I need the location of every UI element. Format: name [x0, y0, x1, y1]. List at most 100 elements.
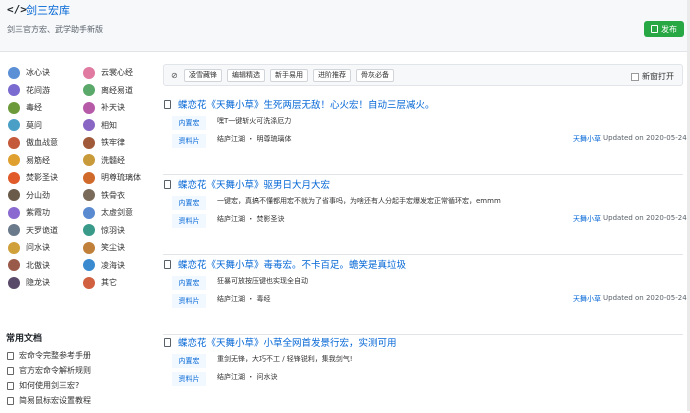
document-icon — [7, 351, 14, 360]
category-item[interactable]: 天罗诡道 — [8, 222, 83, 240]
updated-date: Updated on 2020-05-24 — [603, 214, 687, 222]
doc-link[interactable]: 简易鼠标宏设置教程 — [7, 395, 91, 406]
doc-link-label: 宏命令完整参考手册 — [19, 351, 91, 360]
category-item[interactable]: 焚影圣诀 — [8, 169, 83, 187]
category-item[interactable]: 太虚剑意 — [83, 204, 158, 222]
category-item[interactable]: 问水诀 — [8, 239, 83, 257]
tag-badge: 资料片 — [172, 372, 206, 386]
tag-filter[interactable]: 进阶推荐 — [313, 69, 351, 82]
macro-item: 蝶恋花《天舞小草》毒毒宏。不卡百足。蟾笑是真垃圾 内置宏 狂暴可放按压键也实现全… — [163, 257, 687, 335]
document-icon — [7, 366, 14, 375]
tag-badge: 资料片 — [172, 214, 206, 228]
category-icon — [83, 136, 95, 149]
document-icon — [651, 25, 658, 33]
category-item[interactable]: 毒经 — [8, 99, 83, 117]
category-icon — [8, 101, 20, 114]
category-item[interactable]: 离经易道 — [83, 82, 158, 100]
category-item[interactable]: 笑尘诀 — [83, 239, 158, 257]
category-item[interactable]: 铁骨衣 — [83, 187, 158, 205]
category-item[interactable]: 易筋经 — [8, 152, 83, 170]
new-window-toggle[interactable]: 新窗打开 — [631, 71, 674, 82]
macro-desc: 嘿T一键斩火可洗涤厄力 — [217, 117, 292, 125]
category-item[interactable]: 洗髓经 — [83, 152, 158, 170]
category-item[interactable]: 凌海诀 — [83, 257, 158, 275]
category-item[interactable]: 惊羽诀 — [83, 222, 158, 240]
category-icon — [83, 224, 95, 237]
tag-icon: ⊘ — [171, 71, 178, 80]
category-icon — [83, 66, 95, 79]
category-label: 云裳心经 — [101, 68, 133, 78]
category-icon — [8, 136, 20, 149]
book-icon — [164, 100, 171, 109]
category-label: 傲血战意 — [26, 138, 58, 148]
category-item[interactable]: 傲血战意 — [8, 134, 83, 152]
macro-title[interactable]: 蝶恋花《天舞小草》生死两层无敌！心火宏！自动三层减火。 — [178, 97, 435, 111]
category-icon — [83, 84, 95, 97]
macro-title[interactable]: 蝶恋花《天舞小草》毒毒宏。不卡百足。蟾笑是真垃圾 — [178, 257, 406, 271]
author-link[interactable]: 天舞小草 — [573, 214, 601, 224]
new-window-checkbox[interactable] — [631, 72, 639, 81]
category-label: 铁骨衣 — [101, 190, 125, 200]
doc-link-label: 简易鼠标宏设置教程 — [19, 396, 91, 405]
author-link[interactable]: 天舞小草 — [573, 294, 601, 304]
category-icon — [83, 101, 95, 114]
category-item[interactable]: 莫问 — [8, 117, 83, 135]
page-title[interactable]: 剑三宏库 — [26, 2, 70, 18]
category-label: 莫问 — [26, 120, 42, 130]
category-item[interactable]: 隐龙诀 — [8, 274, 83, 292]
category-item[interactable]: 云裳心经 — [83, 64, 158, 82]
tag-filter[interactable]: 新手易用 — [270, 69, 308, 82]
macro-title[interactable]: 蝶恋花《天舞小草》小草全网首发景行宏，实测可用 — [178, 335, 397, 349]
book-icon — [164, 260, 171, 269]
category-icon — [83, 206, 95, 219]
macro-item: 蝶恋花《天舞小草》生死两层无敌！心火宏！自动三层减火。 内置宏 嘿T一键斩火可洗… — [163, 97, 687, 175]
category-icon — [8, 154, 20, 167]
category-item[interactable]: 其它 — [83, 274, 158, 292]
type-badge: 内置宏 — [172, 276, 206, 290]
type-badge: 内置宏 — [172, 116, 206, 130]
category-item[interactable]: 明尊琉璃体 — [83, 169, 158, 187]
category-label: 离经易道 — [101, 85, 133, 95]
category-item[interactable]: 花间游 — [8, 82, 83, 100]
category-item[interactable]: 相知 — [83, 117, 158, 135]
category-label: 焚影圣诀 — [26, 173, 58, 183]
category-icon — [83, 154, 95, 167]
publish-button[interactable]: 发布 — [644, 21, 684, 37]
category-icon — [8, 224, 20, 237]
category-label: 惊羽诀 — [101, 225, 125, 235]
category-label: 冰心诀 — [26, 68, 50, 78]
tag-bar: ⊘ 凌雪藏锋 编辑精选 新手易用 进阶推荐 骨灰必备 — [163, 64, 683, 86]
doc-link[interactable]: 如何使用剑三宏? — [7, 380, 79, 391]
tag-filter[interactable]: 编辑精选 — [227, 69, 265, 82]
category-icon — [83, 189, 95, 202]
category-item[interactable]: 补天诀 — [83, 99, 158, 117]
category-item[interactable]: 冰心诀 — [8, 64, 83, 82]
category-label: 北傲诀 — [26, 260, 50, 270]
category-icon — [83, 241, 95, 254]
doc-link[interactable]: 官方宏命令解析规则 — [7, 365, 91, 376]
doc-link-label: 官方宏命令解析规则 — [19, 366, 91, 375]
category-icon — [8, 66, 20, 79]
macro-title[interactable]: 蝶恋花《天舞小草》驱男日大月大宏 — [178, 177, 330, 191]
category-item[interactable]: 铁牢律 — [83, 134, 158, 152]
tag-filter[interactable]: 凌雪藏锋 — [184, 69, 222, 82]
category-icon — [83, 276, 95, 289]
new-window-label: 新窗打开 — [642, 72, 674, 81]
category-label: 毒经 — [26, 103, 42, 113]
category-label: 隐龙诀 — [26, 278, 50, 288]
category-label: 花间游 — [26, 85, 50, 95]
category-label: 洗髓经 — [101, 155, 125, 165]
category-icon — [83, 119, 95, 132]
category-grid: 冰心诀 云裳心经花间游 离经易道毒经 补天诀莫问 相知傲血战意 铁牢律 易筋经 洗髓经焚影圣诀… — [8, 64, 158, 292]
category-item[interactable]: 北傲诀 — [8, 257, 83, 275]
author-link[interactable]: 天舞小草 — [573, 134, 601, 144]
category-item[interactable]: 分山劲 — [8, 187, 83, 205]
category-label: 紫霞功 — [26, 208, 50, 218]
docs-title: 常用文档 — [6, 334, 43, 344]
category-label: 明尊琉璃体 — [101, 173, 141, 183]
tag-filter[interactable]: 骨灰必备 — [356, 69, 394, 82]
category-item[interactable]: 紫霞功 — [8, 204, 83, 222]
updated-date: Updated on 2020-05-24 — [603, 134, 687, 142]
macro-categories: 结庐江湖 ・ 焚影圣诀 — [217, 215, 285, 223]
doc-link[interactable]: 宏命令完整参考手册 — [7, 350, 91, 361]
